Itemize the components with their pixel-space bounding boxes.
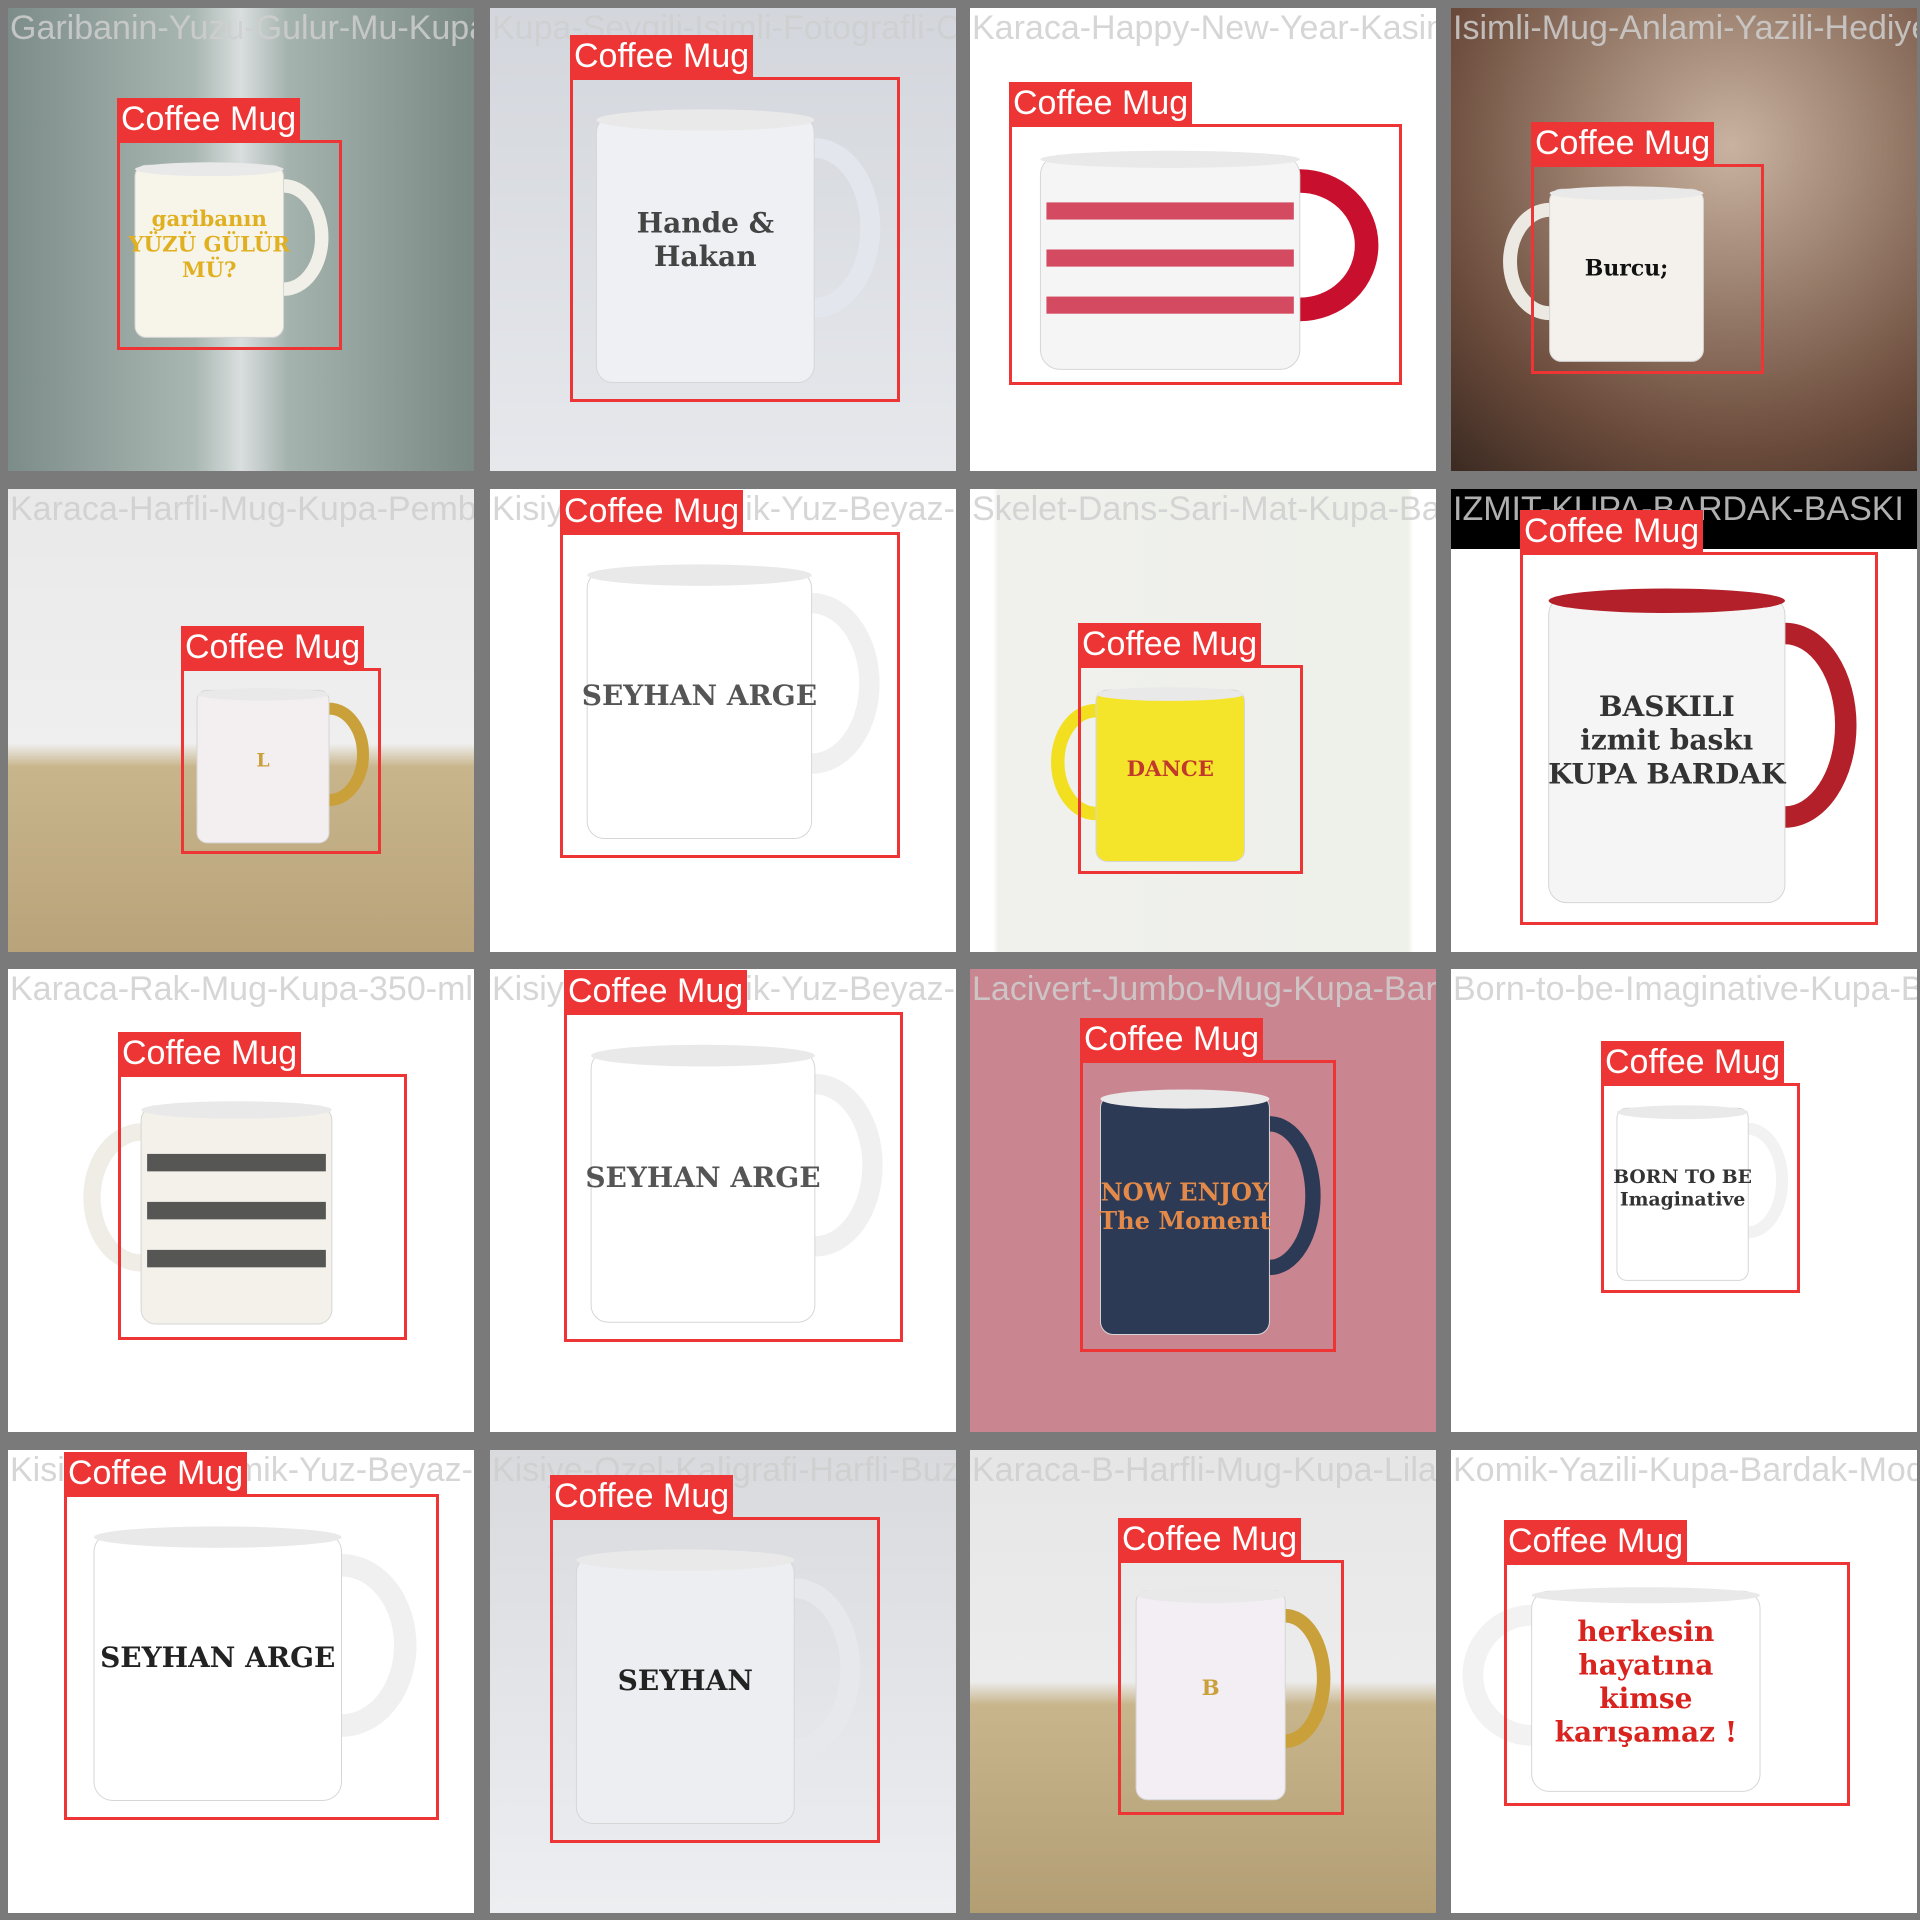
detection-label: Coffee Mug (560, 490, 744, 532)
grid-tile: garibanın YÜZÜ GÜLÜR MÜ? Garibanin-Yuzu-Gul… (8, 8, 474, 471)
filename-caption: Karaca-Rak-Mug-Kupa-350-ml (10, 970, 473, 1008)
detection-label: Coffee Mug (1531, 122, 1715, 164)
detection-label: Coffee Mug (117, 98, 301, 140)
filename-caption: Skelet-Dans-Sari-Mat-Kupa-Bardak_jpg.rf (972, 490, 1436, 528)
detection-box (1080, 1060, 1336, 1352)
filename-caption: Karaca-Happy-New-Year-Kasim-Mug-Kupa-Yil… (972, 9, 1436, 47)
detection-box (1531, 164, 1764, 374)
detection-box (1078, 665, 1303, 874)
detection-box (181, 668, 381, 854)
detection-box (1118, 1560, 1344, 1815)
detection-label: Coffee Mug (1009, 82, 1193, 124)
detection-box (560, 532, 900, 858)
grid-tile: Karaca-Happy-New-Year-Kasim-Mug-Kupa-Yil… (970, 8, 1436, 471)
filename-caption: Lacivert-Jumbo-Mug-Kupa-Bardak (972, 970, 1436, 1008)
grid-tile: BASKILI izmit baskı KUPA BARDAK IZMIT-KUPA-… (1451, 489, 1917, 952)
filename-caption: Born-to-be-Imaginative-Kupa-Bardak (1453, 970, 1917, 1008)
filename-caption: Garibanin-Yuzu-Gulur-Mu-Kupa-Sari-Kedi (10, 9, 474, 47)
detection-label: Coffee Mug (1078, 623, 1262, 665)
detection-label: Coffee Mug (64, 1452, 248, 1494)
detection-label: Coffee Mug (550, 1475, 734, 1517)
grid-tile: Hande & Hakan Kupa-Sevgili-Isimli-Fotograf… (490, 8, 956, 471)
filename-caption: Isimli-Mug-Anlami-Yazili-Hediye (1453, 9, 1917, 47)
grid-tile: Burcu; Isimli-Mug-Anlami-Yazili-Hediye Cof… (1451, 8, 1917, 471)
detection-box (117, 140, 342, 350)
detection-box (1504, 1562, 1850, 1806)
filename-caption: Karaca-Harfli-Mug-Kupa-Pembe-Gold (10, 490, 474, 528)
detection-label: Coffee Mug (1118, 1518, 1302, 1560)
detection-box (570, 77, 900, 402)
detection-label: Coffee Mug (570, 35, 754, 77)
filename-caption: Karaca-B-Harfli-Mug-Kupa-Lila-Gold (972, 1451, 1436, 1489)
filename-caption: Komik-Yazili-Kupa-Bardak-Modelleri (1453, 1451, 1917, 1489)
grid-tile: SEYHAN ARGEKisiye-Ozel-Komik-Yuz-Beyaz-K… (490, 489, 956, 952)
detection-label: Coffee Mug (1504, 1520, 1688, 1562)
detection-label: Coffee Mug (118, 1032, 302, 1074)
grid-tile: SEYHANKisiye-Ozel-Kaligrafi-Harfli-Buzlu… (490, 1450, 956, 1913)
detection-box (550, 1517, 880, 1843)
detection-label: Coffee Mug (181, 626, 365, 668)
grid-tile: herkesin hayatına kimse karışamaz ! Komik-Ya… (1451, 1450, 1917, 1913)
grid-tile: SEYHAN ARGEKisiye-Ozel-Komik-Yuz-Beyaz-K… (8, 1450, 474, 1913)
detection-box (118, 1074, 407, 1340)
grid-tile: NOW ENJOY The Moment Lacivert-Jumbo-Mug-Ku… (970, 969, 1436, 1432)
grid-tile: BORN TO BE Imaginative Born-to-be-Imaginat… (1451, 969, 1917, 1432)
grid-tile: LKaraca-Harfli-Mug-Kupa-Pembe-GoldCoffee… (8, 489, 474, 952)
detection-box (564, 1012, 903, 1342)
grid-tile: DANCESkelet-Dans-Sari-Mat-Kupa-Bardak_jp… (970, 489, 1436, 952)
detection-box (64, 1494, 439, 1820)
grid-tile: Karaca-Rak-Mug-Kupa-350-ml Coffee Mug (8, 969, 474, 1432)
detection-label: Coffee Mug (1080, 1018, 1264, 1060)
detection-label: Coffee Mug (564, 970, 748, 1012)
image-grid: garibanın YÜZÜ GÜLÜR MÜ? Garibanin-Yuzu-Gul… (0, 0, 1920, 1920)
detection-label: Coffee Mug (1601, 1041, 1785, 1083)
detection-box (1601, 1083, 1800, 1293)
grid-tile: SEYHAN ARGEKisiye-Ozel-Komik-Yuz-Beyaz-K… (490, 969, 956, 1432)
grid-tile: BKaraca-B-Harfli-Mug-Kupa-Lila-GoldCoffe… (970, 1450, 1436, 1913)
detection-label: Coffee Mug (1520, 510, 1704, 552)
detection-box (1009, 124, 1402, 385)
detection-box (1520, 552, 1878, 925)
